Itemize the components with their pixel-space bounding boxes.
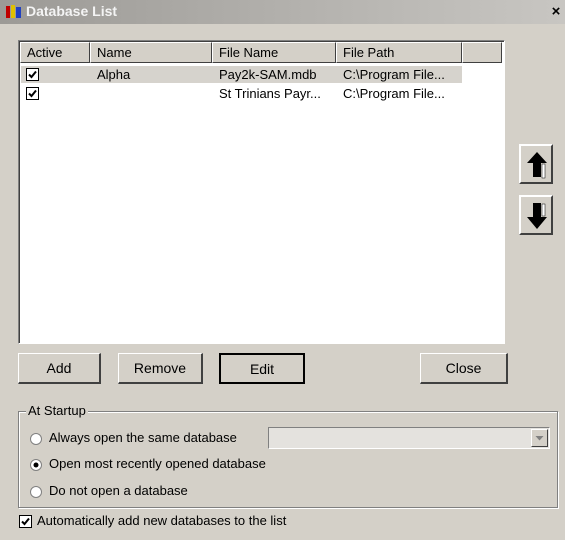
database-list-window: Database List × Active Name File Name Fi… [0, 0, 565, 540]
radio-open-recent-label[interactable]: Open most recently opened database [49, 456, 266, 472]
close-icon[interactable]: × [548, 4, 564, 20]
database-app-icon [6, 5, 21, 18]
radio-always-open-label[interactable]: Always open the same database [49, 430, 237, 446]
column-header-file-name[interactable]: File Name [212, 42, 336, 63]
edit-button[interactable]: Edit [218, 352, 306, 385]
title-bar: Database List × [0, 0, 565, 24]
chevron-down-icon [535, 436, 544, 441]
database-select[interactable] [268, 427, 550, 449]
arrow-up-icon [527, 152, 547, 179]
auto-add-checkbox[interactable] [19, 515, 32, 528]
active-checkbox[interactable] [26, 87, 39, 100]
window-title: Database List [26, 3, 118, 19]
arrow-down-icon [527, 203, 547, 229]
row-file-path: C:\Program File... [343, 67, 445, 82]
list-row[interactable]: Alpha Pay2k-SAM.mdb C:\Program File... [21, 66, 462, 83]
column-header-name[interactable]: Name [90, 42, 212, 63]
radio-do-not-open[interactable] [30, 486, 42, 498]
row-file-name: St Trinians Payr... [219, 86, 321, 101]
row-name: Alpha [97, 67, 131, 82]
dropdown-button[interactable] [531, 429, 548, 447]
remove-button[interactable]: Remove [118, 353, 203, 384]
add-button[interactable]: Add [18, 353, 101, 384]
column-header-filler [462, 42, 502, 63]
active-checkbox[interactable] [26, 68, 39, 81]
row-file-path: C:\Program File... [343, 86, 445, 101]
move-down-button[interactable] [519, 195, 553, 235]
column-header-active[interactable]: Active [20, 42, 90, 63]
column-header-file-path[interactable]: File Path [336, 42, 462, 63]
move-up-button[interactable] [519, 144, 553, 184]
radio-do-not-open-label[interactable]: Do not open a database [49, 483, 188, 499]
radio-open-recent[interactable] [30, 459, 42, 471]
at-startup-label: At Startup [26, 403, 88, 418]
database-list[interactable]: Active Name File Name File Path Alpha Pa… [18, 40, 505, 344]
close-button[interactable]: Close [420, 353, 508, 384]
list-row[interactable]: St Trinians Payr... C:\Program File... [21, 85, 462, 102]
row-file-name: Pay2k-SAM.mdb [219, 67, 317, 82]
auto-add-label[interactable]: Automatically add new databases to the l… [37, 513, 286, 529]
radio-always-open[interactable] [30, 433, 42, 445]
